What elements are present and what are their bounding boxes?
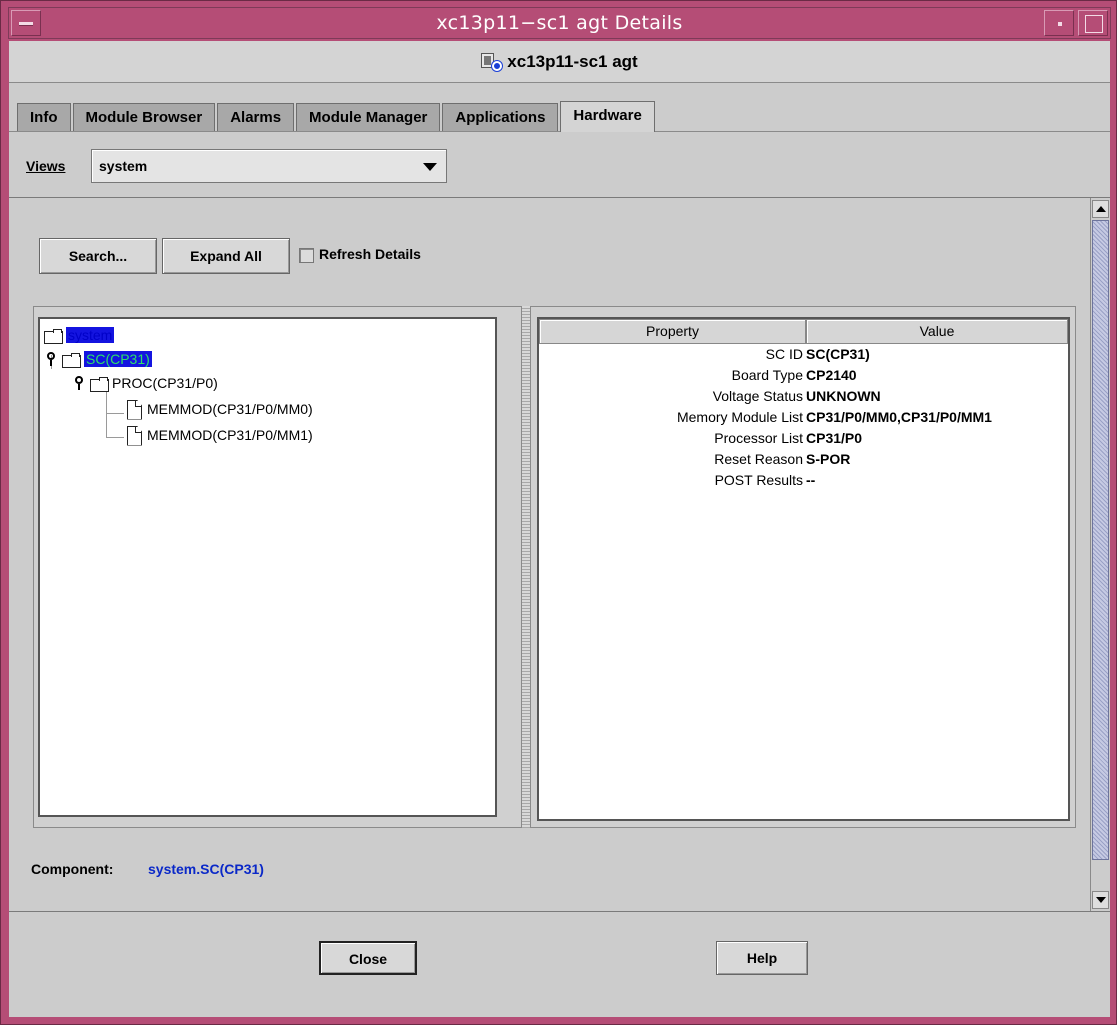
table-row[interactable]: Processor List CP31/P0 (539, 428, 1068, 449)
properties-table: Property Value SC ID SC(CP31) Board Type… (537, 317, 1070, 821)
close-button[interactable]: Close (319, 941, 417, 975)
split-pane: system SC(CP31) PROC(CP31/P0) MEMMOD(CP3… (33, 306, 1076, 836)
property-value: -- (806, 472, 816, 488)
property-name: Voltage Status (712, 388, 803, 404)
property-rows: SC ID SC(CP31) Board Type CP2140 Voltage… (539, 344, 1068, 491)
property-column-header[interactable]: Property (539, 319, 806, 344)
table-row[interactable]: Board Type CP2140 (539, 365, 1068, 386)
maximize-button[interactable] (1078, 10, 1108, 36)
table-row[interactable]: POST Results -- (539, 470, 1068, 491)
folder-icon (90, 376, 109, 392)
vertical-scrollbar[interactable] (1090, 198, 1110, 911)
expand-all-button[interactable]: Expand All (162, 238, 290, 274)
component-tree: system SC(CP31) PROC(CP31/P0) MEMMOD(CP3… (38, 317, 497, 817)
window-title: xc13p11−sc1 agt Details (436, 12, 683, 34)
table-row[interactable]: Memory Module List CP31/P0/MM0,CP31/P0/M… (539, 407, 1068, 428)
tab-bar: Info Module Browser Alarms Module Manage… (17, 101, 657, 132)
tree-node-label[interactable]: system (66, 327, 115, 343)
table-row[interactable]: Reset Reason S-POR (539, 449, 1068, 470)
tree-pane: system SC(CP31) PROC(CP31/P0) MEMMOD(CP3… (33, 306, 522, 828)
tab-alarms[interactable]: Alarms (217, 103, 295, 131)
document-icon (126, 399, 142, 419)
views-dropdown[interactable]: system (91, 149, 447, 183)
scrollbar-thumb[interactable] (1092, 220, 1109, 860)
details-window: xc13p11−sc1 agt Details xc13p11-sc1 agt … (0, 0, 1117, 1025)
tree-node-proc[interactable]: PROC(CP31/P0) (74, 373, 218, 393)
property-name: Memory Module List (676, 409, 803, 425)
document-icon (126, 425, 142, 445)
property-value: UNKNOWN (806, 388, 881, 404)
search-button[interactable]: Search... (39, 238, 157, 274)
tab-hardware[interactable]: Hardware (560, 101, 655, 132)
properties-pane: Property Value SC ID SC(CP31) Board Type… (530, 306, 1076, 828)
tree-node-label[interactable]: MEMMOD(CP31/P0/MM1) (147, 427, 313, 443)
property-name: Processor List (714, 430, 803, 446)
refresh-details-label[interactable]: Refresh Details (319, 246, 421, 262)
tab-module-manager[interactable]: Module Manager (296, 103, 441, 131)
expand-toggle-icon[interactable] (74, 376, 86, 390)
property-value: SC(CP31) (806, 346, 870, 362)
tree-node-memmod-0[interactable]: MEMMOD(CP31/P0/MM0) (126, 399, 313, 419)
scroll-up-icon[interactable] (1092, 200, 1109, 218)
window-content: xc13p11-sc1 agt Info Module Browser Alar… (9, 41, 1110, 1017)
folder-icon (62, 352, 81, 368)
table-row[interactable]: SC ID SC(CP31) (539, 344, 1068, 365)
tree-node-sc[interactable]: SC(CP31) (46, 349, 152, 369)
agent-title: xc13p11-sc1 agt (507, 51, 638, 71)
dropdown-arrow-icon (423, 163, 437, 171)
hardware-panel: Search... Expand All Refresh Details sys… (9, 197, 1110, 912)
split-divider[interactable] (522, 306, 530, 828)
scroll-down-icon[interactable] (1092, 891, 1109, 909)
table-row[interactable]: Voltage Status UNKNOWN (539, 386, 1068, 407)
property-name: Reset Reason (714, 451, 803, 467)
property-name: Board Type (731, 367, 803, 383)
agent-icon (481, 51, 503, 73)
views-selected-value: system (99, 158, 148, 174)
property-value: CP2140 (806, 367, 857, 383)
tree-node-label[interactable]: SC(CP31) (84, 351, 152, 367)
component-label: Component: (31, 861, 114, 877)
views-label: Views (26, 158, 66, 174)
component-value: system.SC(CP31) (148, 861, 264, 877)
property-name: SC ID (765, 346, 803, 362)
expand-toggle-icon[interactable] (46, 352, 58, 366)
tab-applications[interactable]: Applications (442, 103, 559, 131)
title-bar[interactable]: xc13p11−sc1 agt Details (8, 7, 1111, 39)
property-value: CP31/P0/MM0,CP31/P0/MM1 (806, 409, 992, 425)
tree-node-label[interactable]: MEMMOD(CP31/P0/MM0) (147, 401, 313, 417)
folder-icon (44, 328, 63, 344)
tab-info[interactable]: Info (17, 103, 71, 131)
property-name: POST Results (714, 472, 803, 488)
tree-node-memmod-1[interactable]: MEMMOD(CP31/P0/MM1) (126, 425, 313, 445)
property-value: S-POR (806, 451, 851, 467)
value-column-header[interactable]: Value (806, 319, 1068, 344)
minimize-button[interactable] (1044, 10, 1074, 36)
refresh-details-checkbox[interactable] (299, 248, 314, 263)
tree-line (106, 437, 124, 438)
help-button[interactable]: Help (716, 941, 808, 975)
tree-node-system[interactable]: system (44, 325, 115, 345)
tab-module-browser[interactable]: Module Browser (72, 103, 216, 131)
agent-header: xc13p11-sc1 agt (9, 41, 1110, 83)
tree-line (106, 413, 124, 414)
tree-node-label[interactable]: PROC(CP31/P0) (112, 375, 218, 391)
property-value: CP31/P0 (806, 430, 863, 446)
